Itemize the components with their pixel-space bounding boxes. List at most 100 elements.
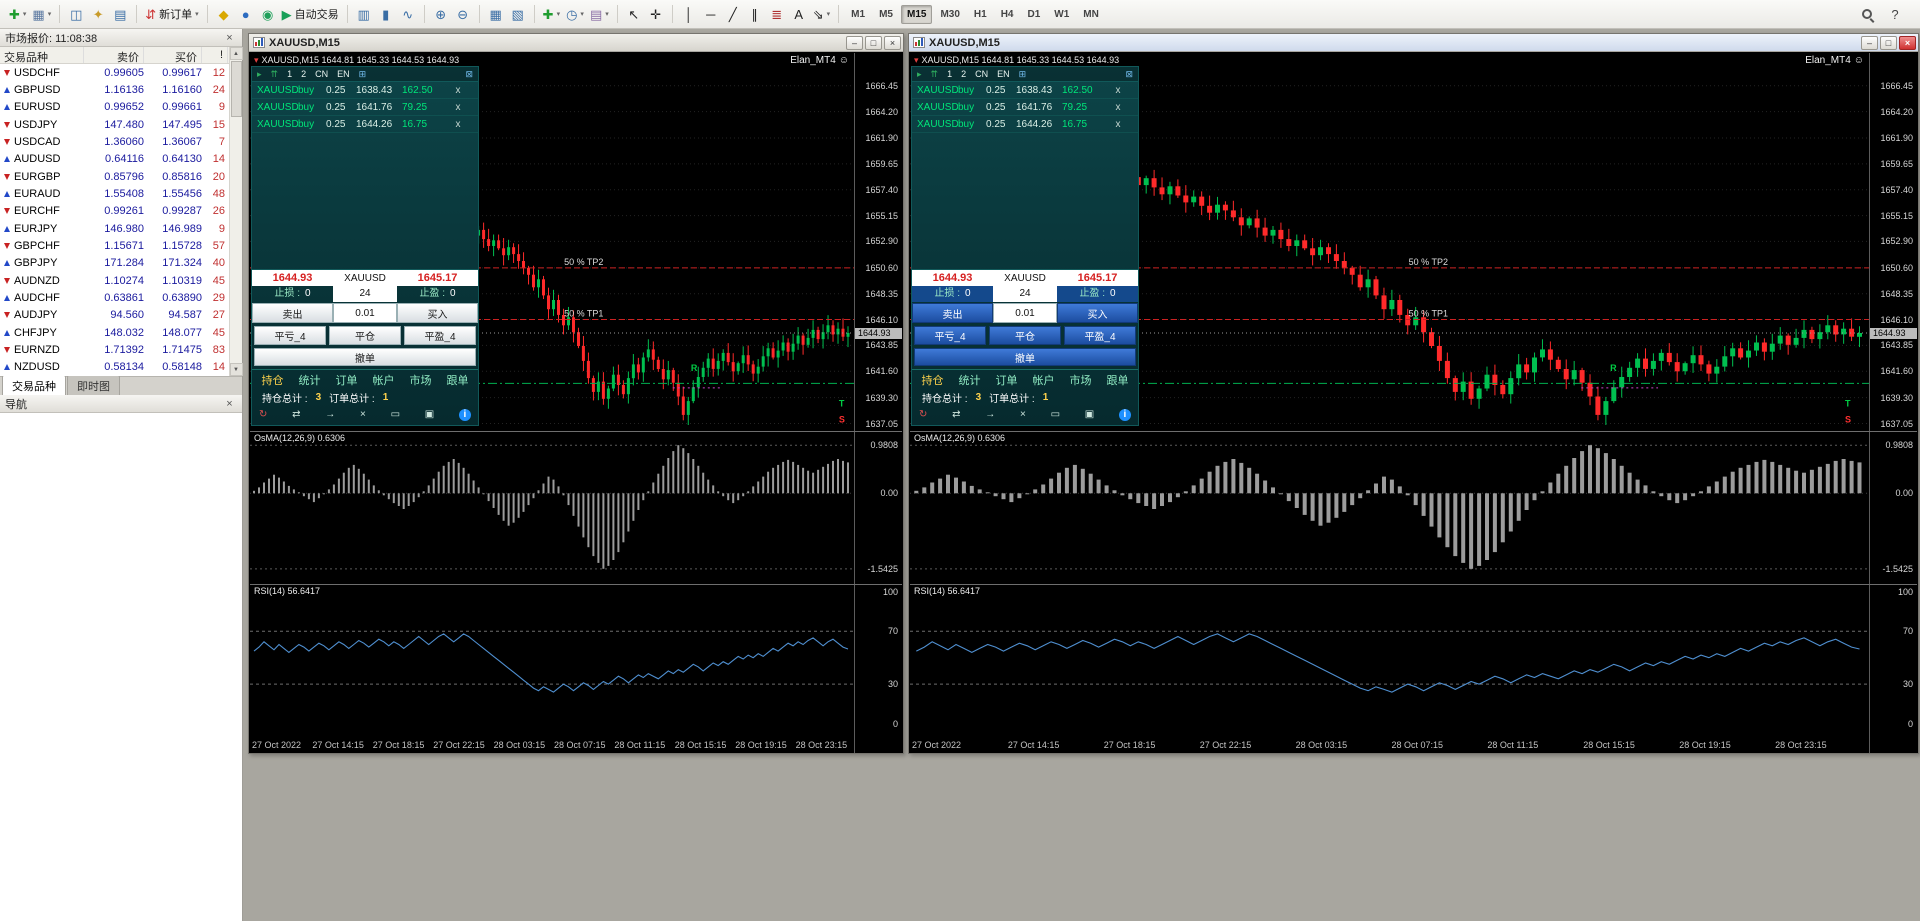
close-position-button[interactable]: x	[1110, 119, 1126, 130]
stop-loss-field[interactable]: 止损 : 0	[252, 286, 333, 302]
market-watch-row[interactable]: EURAUD 1.55408 1.55456 48	[0, 185, 229, 202]
ea-tab-4[interactable]: 帐户	[1033, 372, 1055, 388]
info-icon[interactable]: i	[458, 409, 471, 421]
cascade-windows-button[interactable]: ▧	[507, 2, 529, 26]
horizontal-line-button[interactable]: ─	[700, 2, 722, 26]
column-header[interactable]: 买价	[144, 47, 202, 64]
price-plot[interactable]: 50 % TP2 50 % TP1 R T S ▾ XAUUSD,M15 1644.81 1…	[910, 53, 1869, 431]
column-header[interactable]: 卖价	[84, 47, 144, 64]
search-button[interactable]	[1856, 2, 1878, 26]
market-watch-row[interactable]: USDCHF 0.99605 0.99617 12	[0, 64, 229, 81]
take-profit-field[interactable]: 止盈 : 0	[1057, 286, 1138, 302]
collapse-icon[interactable]: ⊠	[1125, 69, 1133, 79]
scroll-thumb[interactable]	[230, 61, 242, 117]
dropdown-caret-icon[interactable]: ▾	[254, 55, 259, 65]
info-icon[interactable]: i	[1118, 409, 1131, 421]
osma-plot[interactable]: OsMA(12,26,9) 0.6306	[910, 432, 1869, 584]
style-manager-button[interactable]: ●	[235, 2, 257, 26]
close-button[interactable]: ×	[1899, 35, 1916, 50]
ea-tab-5[interactable]: 市场	[1070, 372, 1092, 388]
chart-window-2[interactable]: XAUUSD,M15– □ × 50 % TP2 50 % TP1 R T S ▾ XAUUSD,…	[908, 33, 1919, 754]
close-all-icon[interactable]: ×	[1020, 410, 1026, 420]
market-watch-row[interactable]: USDJPY 147.480 147.495 15	[0, 116, 229, 133]
market-watch-titlebar[interactable]: 市场报价: 11:08:38 ×	[0, 29, 242, 47]
ea-tab-2[interactable]: 统计	[299, 372, 321, 388]
market-watch-row[interactable]: EURNZD 1.71392 1.71475 83	[0, 341, 229, 358]
period-d1-button[interactable]: D1	[1021, 5, 1046, 24]
collapse-icon[interactable]: ⊠	[465, 69, 473, 79]
close-icon[interactable]: ×	[222, 398, 237, 410]
terminal-button[interactable]: ▤	[109, 2, 131, 26]
layout-1-icon[interactable]: 1	[947, 69, 952, 79]
buy-button[interactable]: 买入	[397, 303, 478, 323]
period-m5-button[interactable]: M5	[873, 5, 899, 24]
metaeditor-button[interactable]: ◆	[213, 2, 235, 26]
sell-button[interactable]: 卖出	[912, 303, 993, 323]
period-mn-button[interactable]: MN	[1077, 5, 1105, 24]
market-watch-row[interactable]: USDCAD 1.36060 1.36067 7	[0, 133, 229, 150]
market-watch-row[interactable]: AUDCHF 0.63861 0.63890 29	[0, 289, 229, 306]
market-watch-row[interactable]: AUDUSD 0.64116 0.64130 14	[0, 151, 229, 168]
time-scale[interactable]: 27 Oct 2022 27 Oct 14:15 27 Oct 18:15 27 Oc…	[250, 737, 854, 753]
navigator-titlebar[interactable]: 导航 ×	[0, 395, 242, 413]
profiles-button[interactable]: ▦ ▾	[29, 2, 54, 26]
ea-tab-3[interactable]: 订单	[336, 372, 358, 388]
ea-tab-1[interactable]: 持仓	[262, 372, 284, 388]
bar-chart-button[interactable]: ▥	[353, 2, 375, 26]
ea-tab-3[interactable]: 订单	[996, 372, 1018, 388]
ea-tab-1[interactable]: 持仓	[922, 372, 944, 388]
lot-size-field[interactable]: 0.01	[333, 303, 397, 323]
buy-button[interactable]: 买入	[1057, 303, 1138, 323]
time-scale[interactable]: 27 Oct 2022 27 Oct 14:15 27 Oct 18:15 27 Oc…	[910, 737, 1869, 753]
layout-2-icon[interactable]: 2	[301, 69, 306, 79]
close-position-button[interactable]: x	[450, 119, 466, 130]
close-losing-button[interactable]: 平亏_4	[914, 326, 986, 345]
market-watch-row[interactable]: NZDUSD 0.58134 0.58148 14	[0, 359, 229, 376]
grid-icon[interactable]: ⊞	[359, 69, 367, 79]
lang-en-icon[interactable]: EN	[997, 69, 1010, 79]
forward-icon[interactable]: →	[325, 410, 335, 420]
run-icon[interactable]: ▸	[257, 69, 262, 79]
lang-en-icon[interactable]: EN	[337, 69, 350, 79]
swap-icon[interactable]: ⇄	[292, 410, 300, 420]
maximize-button[interactable]: □	[865, 35, 882, 50]
market-watch-row[interactable]: EURGBP 0.85796 0.85816 20	[0, 168, 229, 185]
sell-button[interactable]: 卖出	[252, 303, 333, 323]
chart-window-1[interactable]: XAUUSD,M15– □ × 50 % TP2 50 % TP1 R T S ▾ XAUUSD,…	[248, 33, 904, 754]
period-m15-button[interactable]: M15	[900, 4, 933, 24]
grid-icon[interactable]: ⊞	[1019, 69, 1027, 79]
zoom-in-button[interactable]: ⊕	[430, 2, 452, 26]
price-plot[interactable]: 50 % TP2 50 % TP1 R T S ▾ XAUUSD,M15 1644.81 1…	[250, 53, 854, 431]
minimize-button[interactable]: –	[1861, 35, 1878, 50]
arrows-button[interactable]: ⇘ ▾	[810, 2, 833, 26]
column-header[interactable]: 交易品种	[0, 47, 84, 64]
equidistant-channel-button[interactable]: ∥	[744, 2, 766, 26]
copy-icon[interactable]: ▣	[1085, 410, 1094, 420]
market-watch-row[interactable]: AUDNZD 1.10274 1.10319 45	[0, 272, 229, 289]
market-watch-row[interactable]: GBPUSD 1.16136 1.16160 24	[0, 81, 229, 98]
tile-windows-button[interactable]: ▦	[485, 2, 507, 26]
indicators-button[interactable]: ✚ ▾	[540, 2, 563, 26]
ea-tab-5[interactable]: 市场	[410, 372, 432, 388]
ea-tab-6[interactable]: 跟单	[1107, 372, 1129, 388]
fibonacci-button[interactable]: ≣	[766, 2, 788, 26]
community-button[interactable]: ◉	[257, 2, 279, 26]
ea-tab-2[interactable]: 统计	[959, 372, 981, 388]
period-h1-button[interactable]: H1	[968, 5, 993, 24]
cancel-orders-button[interactable]: 撤单	[254, 348, 476, 366]
close-position-button[interactable]: x	[450, 85, 466, 96]
scroll-up-icon[interactable]: ▲	[229, 47, 243, 60]
navigator-tree[interactable]	[0, 413, 242, 921]
market-watch-scrollbar[interactable]: ▲ ▼	[229, 47, 243, 376]
periods-button[interactable]: ◷ ▾	[563, 2, 587, 26]
autotrading-button[interactable]: ▶ 自动交易	[279, 2, 342, 26]
close-position-button[interactable]: x	[1110, 85, 1126, 96]
arrows-up-icon[interactable]: ⇈	[271, 69, 279, 79]
swap-icon[interactable]: ⇄	[952, 410, 960, 420]
new-chart-button[interactable]: ✚ ▾	[6, 2, 29, 26]
rsi-plot[interactable]: RSI(14) 56.6417	[250, 585, 854, 737]
close-button[interactable]: ×	[884, 35, 901, 50]
osma-plot[interactable]: OsMA(12,26,9) 0.6306	[250, 432, 854, 584]
minimize-button[interactable]: –	[846, 35, 863, 50]
arrows-up-icon[interactable]: ⇈	[931, 69, 939, 79]
